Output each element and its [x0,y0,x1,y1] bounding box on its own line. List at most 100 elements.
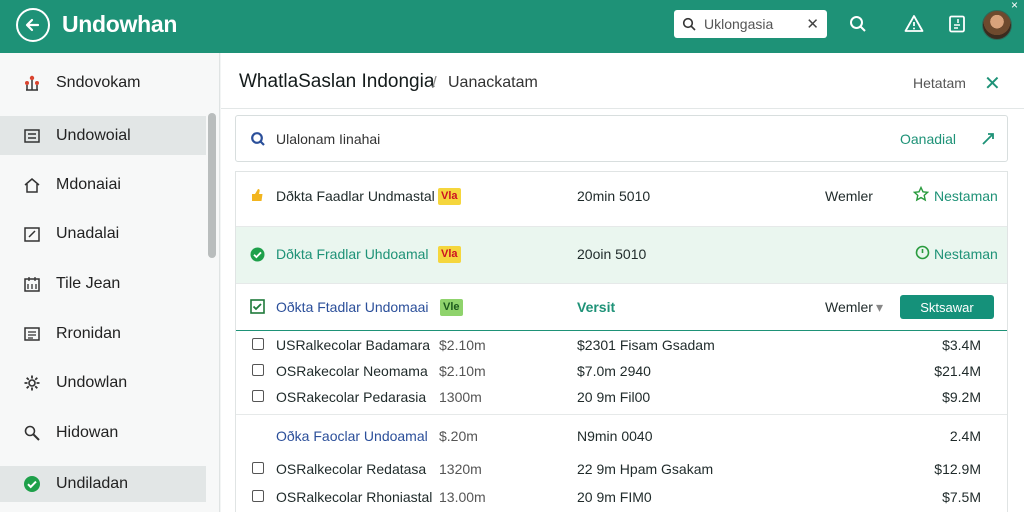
back-button[interactable] [16,8,50,42]
sub-total: $9.2M [942,389,981,405]
header-search-button[interactable] [846,12,870,36]
page-title: WhatlaSaslan Indongia [239,71,435,92]
row-action: Sktsawar [920,299,974,315]
sidebar-item-label: Undowoial [56,126,131,144]
row-name: Oðkta Ftadlar Undomaai [276,299,429,315]
sub-total: $3.4M [942,337,981,353]
sidebar-item-hidowan[interactable]: Hidowan [0,414,206,452]
sidebar-item-label: Undiladan [56,475,129,492]
table-row[interactable]: Dðkta Faadlar Undmastal Vla 20min 5010 W… [236,172,1007,227]
sub-detail: N9min 0040 [577,428,653,444]
sidebar-item-tile-jean[interactable]: Tile Jean [0,265,206,303]
sidebar-item-label: Undowlan [56,374,128,391]
close-icon[interactable]: ✕ [984,71,1001,96]
search-icon [682,17,696,31]
sidebar-item-label: Rronidan [56,325,121,342]
sub-detail: 20 9m FIM0 [577,489,652,505]
clock-icon [915,245,930,260]
breadcrumb-current[interactable]: Uanackatam [448,74,538,92]
sub-amount: $.20m [439,428,478,444]
check-circle-icon [250,247,265,262]
table-icon [22,324,42,344]
sidebar-item-label: Tile Jean [56,275,121,292]
document-button[interactable] [945,12,969,36]
check-circle-icon [22,474,42,494]
pin-icon[interactable] [980,131,996,147]
search-input[interactable] [704,16,796,32]
gear-icon [22,373,42,393]
tools-icon [22,423,42,443]
results-list: Dðkta Faadlar Undmastal Vla 20min 5010 W… [235,171,1008,512]
row-checkbox[interactable] [252,364,264,376]
user-avatar[interactable] [982,10,1012,40]
list-item[interactable]: OSRalkecolar Redatasa 1320m 22 9m Hpam G… [236,456,1007,482]
search-box[interactable]: ✕ [674,10,827,38]
list-item[interactable]: OSRalkecolar Rhoniastal 13.00m 20 9m FIM… [236,484,1007,510]
row-action[interactable]: Nestaman [934,246,998,262]
sub-total: $12.9M [934,461,981,477]
filter-action-link[interactable]: Oanadial [900,131,956,147]
row-col4: Wemler [825,299,873,315]
filter-card: Ulalonam Iinahai Oanadial [235,115,1008,162]
table-row[interactable]: Dðkta Fradlar Uhdoamal Vla 20oin 5010 Ne… [236,227,1007,284]
clear-search-icon[interactable]: ✕ [806,15,819,33]
sub-amount: 13.00m [439,489,486,505]
sidebar-item-rronidan[interactable]: Rronidan [0,315,206,353]
row-action[interactable]: Nestaman [934,188,998,204]
row-checkbox[interactable] [252,490,264,502]
sidebar-item-unadalai[interactable]: Unadalai [0,215,206,253]
document-icon [949,15,965,33]
sidebar-item-undiladan[interactable]: Undiladan [0,466,206,502]
row-tag: Vle [440,299,463,316]
row-tag: Vla [438,246,461,263]
row-checkbox[interactable] [252,338,264,350]
thumbs-up-icon [252,189,263,201]
list-item[interactable]: USRalkecolar Badamara $2.10m $2301 Fisam… [236,332,1007,358]
breadcrumb-right-label: Hetatam [913,75,966,91]
window-close-icon[interactable]: × [1011,0,1018,12]
sidebar-item-sndovokam[interactable]: Sndovokam [0,64,206,102]
tree-icon [22,73,42,93]
sidebar-item-undowoial[interactable]: Undowoial [0,116,206,155]
sub-name: OSRakecolar Pedarasia [276,389,427,405]
sub-group: USRalkecolar Badamara $2.10m $2301 Fisam… [236,332,1007,415]
sub-amount: 1300m [439,389,482,405]
list-item[interactable]: OSRakecolar Neomama $2.10m $7.0m 2940 $2… [236,358,1007,384]
row-tag: Vla [438,188,461,205]
row-status: Versit [577,299,616,315]
row-name: Dðkta Faadlar Undmastal [276,188,435,204]
back-arrow-icon [25,18,40,32]
sub-amount: 1320m [439,461,482,477]
edit-icon [22,224,42,244]
primary-action-button[interactable]: Sktsawar [900,295,994,319]
sidebar-item-label: Mdonaiai [56,176,121,193]
sidebar-item-undowlan[interactable]: Undowlan [0,364,206,402]
top-app-bar: Undowhan ✕ × [0,0,1024,53]
sub-amount: $2.10m [439,363,486,379]
sidebar-item-label: Sndovokam [56,74,141,91]
list-icon [22,126,42,146]
sub-total: $21.4M [934,363,981,379]
row-checkbox[interactable] [252,462,264,474]
sub-detail: 22 9m Hpam Gsakam [577,461,714,477]
alert-button[interactable] [902,12,926,36]
sub-detail: $7.0m 2940 [577,363,651,379]
sidebar-item-mdonaiai[interactable]: Mdonaiai [0,166,206,204]
row-checkbox[interactable] [252,390,264,402]
chevron-down-icon[interactable]: ▾ [876,299,883,316]
list-item[interactable]: Oðka Faoclar Undoamal $.20m N9min 0040 2… [236,422,1007,448]
sidebar: Sndovokam Undowoial Mdonaiai Unadalai Ti… [0,53,220,512]
sub-total: $7.5M [942,489,981,505]
sidebar-item-label: Hidowan [56,424,119,441]
sub-name: Oðka Faoclar Undoamal [276,428,428,444]
sub-total: 2.4M [949,428,981,444]
sidebar-scrollbar[interactable] [208,113,216,258]
star-icon [913,186,929,202]
search-icon [850,16,866,32]
table-row[interactable]: Oðkta Ftadlar Undomaai Vle Versit Wemler… [236,284,1007,331]
breadcrumb-separator: / [432,73,437,92]
checkbox-checked-icon[interactable] [250,299,265,314]
sub-name: OSRakecolar Neomama [276,363,428,379]
list-item[interactable]: OSRakecolar Pedarasia 1300m 20 9m Fil00 … [236,384,1007,410]
app-title: Undowhan [62,11,178,37]
